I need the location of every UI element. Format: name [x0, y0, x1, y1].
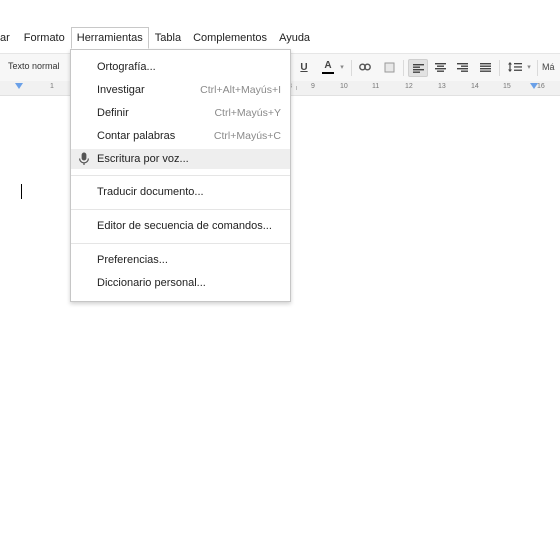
ruler-number: 12	[405, 83, 413, 90]
menu-item-label: Traducir documento...	[97, 186, 204, 198]
menu-item-script-editor[interactable]: Editor de secuencia de comandos...	[71, 216, 290, 236]
align-left-button[interactable]	[408, 59, 428, 77]
menu-item-voice-typing[interactable]: Escritura por voz...	[71, 149, 290, 169]
menu-bar: ar Formato Herramientas Tabla Complement…	[0, 26, 560, 50]
toolbar-divider	[499, 60, 500, 76]
menu-item-shortcut: Ctrl+Mayús+C	[213, 130, 281, 142]
menu-item-shortcut: Ctrl+Mayús+Y	[214, 107, 281, 119]
menu-item-spelling[interactable]: Ortografía...	[71, 57, 290, 77]
microphone-icon	[79, 152, 89, 165]
text-color-button[interactable]: A	[318, 59, 338, 75]
align-center-icon	[434, 62, 446, 72]
ruler-number: 11	[372, 83, 380, 90]
menu-item-label: Preferencias...	[97, 254, 168, 266]
underline-button[interactable]: U	[296, 59, 312, 75]
align-right-icon	[456, 62, 468, 72]
toolbar-divider	[351, 60, 352, 76]
align-left-icon	[412, 63, 424, 73]
menu-format[interactable]: Formato	[18, 27, 71, 49]
ruler-number: 10	[340, 83, 348, 90]
menu-item-word-count[interactable]: Contar palabras Ctrl+Mayús+C	[71, 126, 290, 146]
underline-label: U	[300, 61, 308, 73]
menu-separator	[71, 243, 290, 244]
align-center-button[interactable]	[431, 59, 449, 75]
text-color-swatch	[322, 71, 334, 74]
ruler-number: 15	[503, 83, 511, 90]
menu-item-label: Investigar	[97, 84, 145, 96]
menu-item-research[interactable]: Investigar Ctrl+Alt+Mayús+I	[71, 80, 290, 100]
toolbar-divider	[403, 60, 404, 76]
menu-item-preferences[interactable]: Preferencias...	[71, 250, 290, 270]
menu-item-define[interactable]: Definir Ctrl+Mayús+Y	[71, 103, 290, 123]
menu-item-label: Contar palabras	[97, 130, 176, 142]
insert-link-button[interactable]	[356, 59, 374, 75]
ruler-number: 14	[471, 83, 479, 90]
line-spacing-button[interactable]	[505, 59, 525, 75]
insert-comment-button[interactable]	[380, 59, 398, 75]
ruler-tick	[296, 86, 297, 90]
align-right-button[interactable]	[453, 59, 471, 75]
toolbar-divider	[537, 60, 538, 76]
menu-addons[interactable]: Complementos	[187, 27, 273, 49]
more-button[interactable]: Má	[542, 59, 560, 75]
chevron-down-icon[interactable]: ▾	[525, 59, 533, 75]
line-spacing-icon	[508, 62, 522, 72]
menu-table[interactable]: Tabla	[149, 27, 187, 49]
menu-item-label: Diccionario personal...	[97, 277, 206, 289]
menu-separator	[71, 175, 290, 176]
chevron-down-icon[interactable]: ▾	[338, 59, 346, 75]
paragraph-style-select[interactable]: Texto normal	[8, 61, 60, 71]
menu-separator	[71, 209, 290, 210]
menu-item-label: Definir	[97, 107, 129, 119]
justify-button[interactable]	[476, 59, 494, 75]
menu-item-label: Ortografía...	[97, 61, 156, 73]
menu-insert-partial[interactable]: ar	[0, 27, 16, 49]
menu-item-shortcut: Ctrl+Alt+Mayús+I	[200, 84, 281, 96]
link-icon	[359, 63, 371, 71]
justify-icon	[479, 62, 491, 72]
menu-item-label: Escritura por voz...	[97, 153, 189, 165]
menu-tools[interactable]: Herramientas	[70, 27, 149, 49]
comment-icon	[384, 62, 394, 72]
menu-item-label: Editor de secuencia de comandos...	[97, 220, 272, 232]
ruler-number: 16	[537, 83, 545, 90]
ruler-number: 9	[311, 83, 315, 90]
text-color-label: A	[324, 59, 332, 71]
menu-item-personal-dictionary[interactable]: Diccionario personal...	[71, 273, 290, 293]
tools-menu: Ortografía... Investigar Ctrl+Alt+Mayús+…	[70, 49, 291, 302]
left-indent-marker[interactable]	[15, 83, 23, 89]
ruler-number: 1	[50, 83, 54, 90]
text-cursor	[21, 184, 22, 199]
menu-help[interactable]: Ayuda	[273, 27, 316, 49]
ruler-number: 13	[438, 83, 446, 90]
menu-item-translate-document[interactable]: Traducir documento...	[71, 182, 290, 202]
